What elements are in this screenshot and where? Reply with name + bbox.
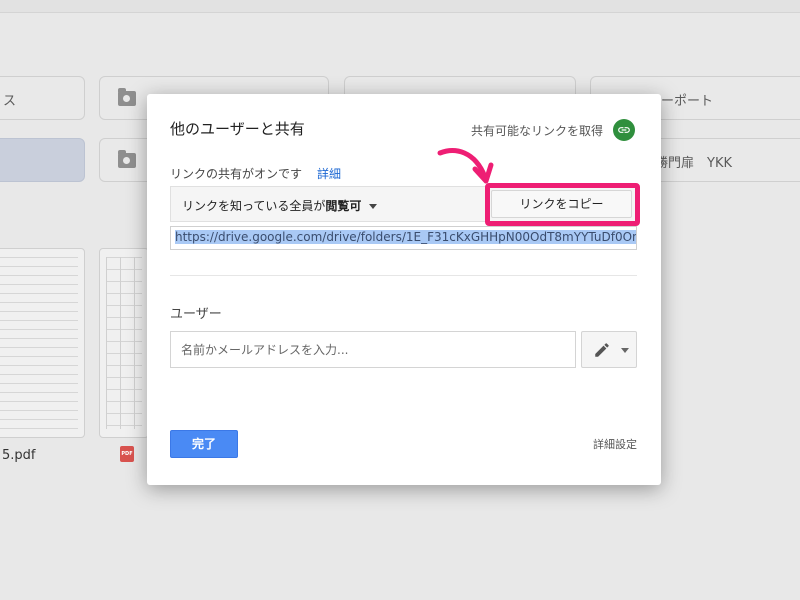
users-section-label: ユーザー xyxy=(170,307,222,322)
copy-link-button[interactable]: リンクをコピー xyxy=(491,190,632,218)
section-divider xyxy=(170,275,637,276)
file-thumbnail[interactable] xyxy=(99,248,149,438)
dialog-title: 他のユーザーと共有 xyxy=(170,120,305,138)
link-access-bar: リンクを知っている全員が閲覧可 リンクをコピー xyxy=(170,186,636,222)
access-level: 閲覧可 xyxy=(325,199,362,213)
done-button[interactable]: 完了 xyxy=(170,430,238,458)
share-url-field[interactable]: https://drive.google.com/drive/folders/1… xyxy=(170,226,637,250)
share-dialog: 他のユーザーと共有 共有可能なリンクを取得 リンクの共有がオンです 詳細 リンク… xyxy=(147,94,661,485)
drawing-preview xyxy=(106,257,142,429)
folder-card-label: ス xyxy=(3,94,17,109)
get-shareable-link-button[interactable]: 共有可能なリンクを取得 xyxy=(471,122,603,139)
chevron-down-icon xyxy=(621,348,629,353)
advanced-settings-link[interactable]: 詳細設定 xyxy=(593,436,637,452)
file-thumbnail[interactable] xyxy=(0,248,85,438)
chevron-down-icon xyxy=(369,204,378,209)
file-name: 5.pdf xyxy=(2,448,36,463)
shared-folder-icon xyxy=(118,150,136,168)
permission-dropdown-button[interactable] xyxy=(581,331,637,368)
document-preview xyxy=(0,257,78,429)
link-icon[interactable] xyxy=(613,119,635,141)
folder-card-label: ーポート xyxy=(661,94,714,109)
link-sharing-status: リンクの共有がオンです xyxy=(170,167,303,181)
details-link[interactable]: 詳細 xyxy=(317,165,341,182)
folder-card[interactable]: ス xyxy=(0,76,85,120)
pencil-icon xyxy=(595,343,609,357)
drive-toolbar-edge xyxy=(0,0,800,13)
user-email-input[interactable] xyxy=(170,331,576,368)
folder-card-label: 勝門扉 YKK xyxy=(655,156,732,171)
pdf-icon: PDF xyxy=(120,446,134,462)
folder-card-selected[interactable] xyxy=(0,138,85,182)
access-level-dropdown[interactable]: リンクを知っている全員が閲覧可 xyxy=(182,197,378,214)
share-url-text: https://drive.google.com/drive/folders/1… xyxy=(175,230,636,244)
access-prefix: リンクを知っている全員が xyxy=(182,199,326,213)
shared-folder-icon xyxy=(118,88,136,106)
